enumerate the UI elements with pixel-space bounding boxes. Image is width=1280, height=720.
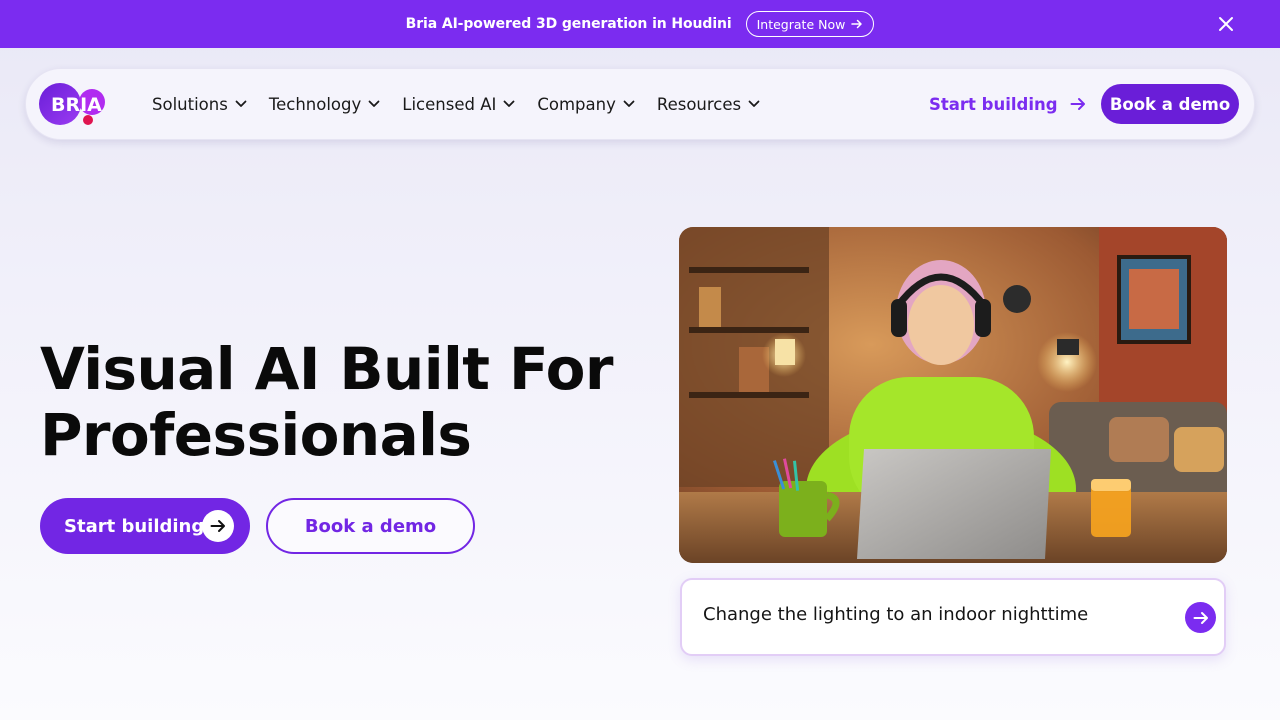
nav-item-label: Resources	[656, 94, 742, 114]
prompt-input[interactable]: Change the lighting to an indoor nightti…	[680, 578, 1226, 656]
chevron-down-icon	[235, 100, 247, 107]
nav-start-building-link[interactable]: Start building	[929, 91, 1086, 117]
nav-item-licensed-ai[interactable]: Licensed AI	[402, 95, 515, 114]
chevron-down-icon	[503, 100, 515, 107]
demo-image-illustration	[679, 227, 1227, 563]
nav-item-label: Technology	[268, 94, 362, 114]
main-navigation: BRIA Solutions Technology Licensed AI Co…	[25, 68, 1255, 140]
nav-start-building-label: Start building	[929, 94, 1058, 114]
integrate-now-button[interactable]: Integrate Now	[745, 11, 875, 37]
nav-menu: Solutions Technology Licensed AI Company…	[152, 69, 782, 139]
hero-start-building-button[interactable]: Start building	[40, 498, 250, 554]
nav-item-resources[interactable]: Resources	[657, 95, 760, 114]
banner-text: Bria AI-powered 3D generation in Houdini	[405, 16, 732, 32]
prompt-send-button[interactable]	[1185, 602, 1216, 633]
chevron-down-icon	[748, 100, 760, 107]
nav-book-demo-button[interactable]: Book a demo	[1101, 84, 1239, 124]
demo-image	[679, 227, 1227, 563]
arrow-right-icon	[851, 19, 863, 29]
bria-logo[interactable]: BRIA	[38, 82, 110, 128]
hero-title: Visual AI Built For Professionals	[40, 336, 640, 468]
chevron-down-icon	[623, 100, 635, 107]
prompt-text: Change the lighting to an indoor nightti…	[703, 604, 1089, 625]
close-icon[interactable]	[1216, 14, 1236, 34]
hero-title-line2: Professionals	[40, 401, 472, 469]
svg-text:BRIA: BRIA	[51, 94, 102, 116]
promo-banner: Bria AI-powered 3D generation in Houdini…	[0, 0, 1280, 48]
nav-item-label: Solutions	[152, 94, 228, 114]
hero-start-building-label: Start building	[64, 515, 205, 537]
nav-item-label: Company	[537, 94, 616, 114]
nav-item-solutions[interactable]: Solutions	[152, 95, 247, 114]
hero-book-demo-button[interactable]: Book a demo	[266, 498, 475, 554]
nav-item-label: Licensed AI	[402, 94, 497, 114]
hero-title-line1: Visual AI Built For	[40, 335, 614, 403]
arrow-right-icon	[202, 510, 234, 542]
nav-item-technology[interactable]: Technology	[269, 95, 380, 114]
arrow-right-icon	[1193, 611, 1208, 624]
arrow-right-icon	[1070, 98, 1085, 110]
integrate-now-label: Integrate Now	[756, 16, 846, 32]
chevron-down-icon	[368, 100, 380, 107]
nav-item-company[interactable]: Company	[537, 95, 635, 114]
